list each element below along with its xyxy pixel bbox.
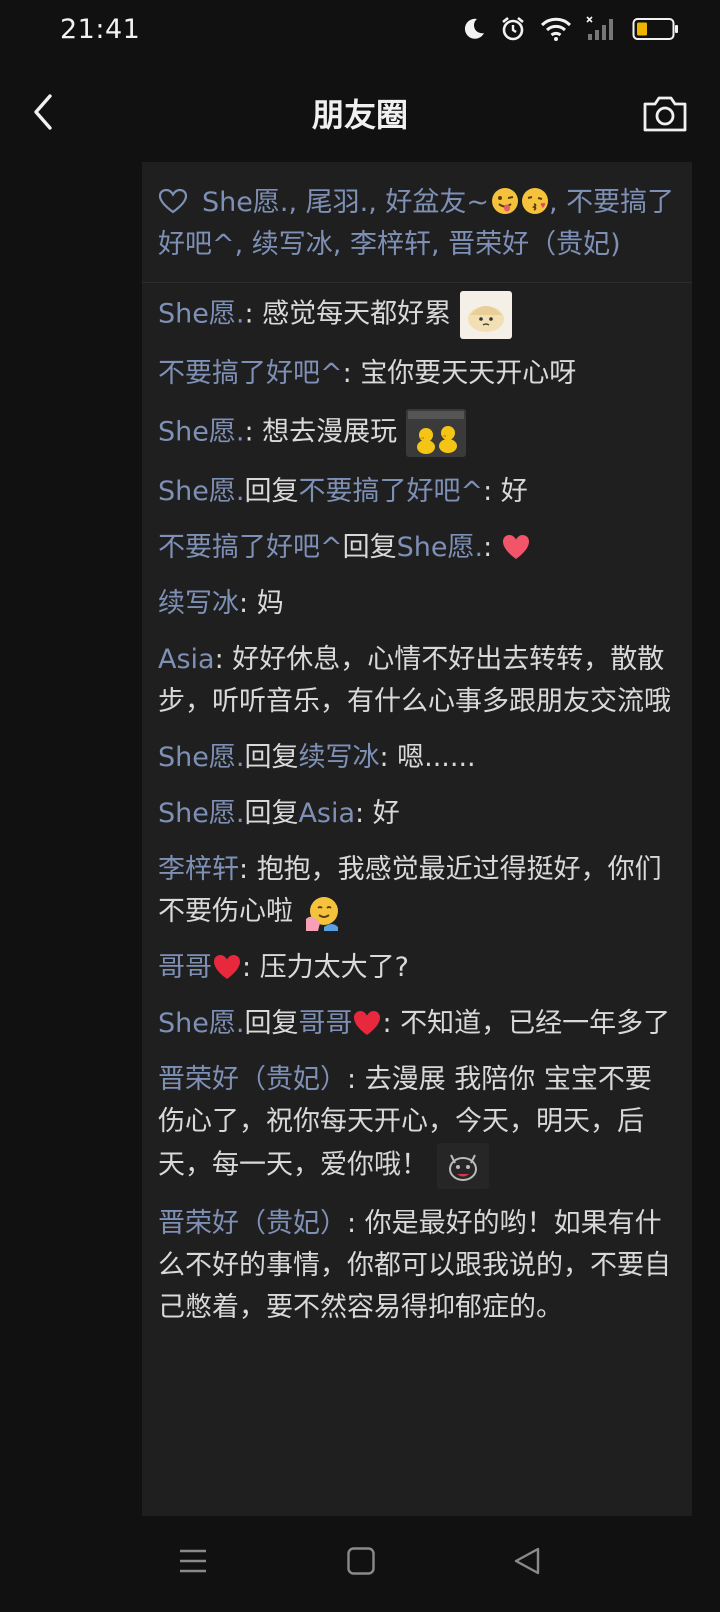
comment-reply-to[interactable]: 不要搞了好吧^ — [298, 476, 483, 507]
comment-author[interactable]: Asia — [158, 644, 215, 675]
comment-item[interactable]: 晋荣好（贵妃）: 去漫展 我陪你 宝宝不要伤心了，祝你每天开心，今天，明天，后天… — [158, 1059, 676, 1189]
dumpling-sticker[interactable] — [459, 291, 512, 339]
system-nav-bar — [0, 1516, 720, 1612]
comment-item[interactable]: She愿.回复不要搞了好吧^: 好 — [158, 471, 676, 513]
moon-icon — [464, 18, 484, 39]
comment-author[interactable]: 哥哥 — [158, 952, 212, 983]
comment-reply-to[interactable]: 哥哥 — [298, 1008, 352, 1039]
page-title: 朋友圈 — [311, 96, 408, 134]
back-triangle-icon[interactable] — [512, 1546, 542, 1576]
heart-emoji — [502, 535, 529, 559]
moment-interaction-panel: She愿., 尾羽., 好盆友~ , 不要搞了好吧^, 续写冰, 李梓轩, 晋荣… — [142, 162, 692, 1516]
likes-names-part1[interactable]: She愿., 尾羽., 好盆友~ — [202, 187, 489, 218]
duck-meme-sticker[interactable] — [405, 409, 466, 457]
comment-text: 感觉每天都好累 — [262, 298, 452, 330]
comment-text: 好 — [500, 476, 528, 507]
wifi-icon — [540, 17, 572, 41]
comment-author[interactable]: 晋荣好（贵妃） — [158, 1064, 347, 1095]
comment-author[interactable]: 李梓轩 — [158, 854, 239, 885]
cat-sticker[interactable] — [436, 1143, 489, 1189]
comment-reply-to[interactable]: She愿. — [397, 532, 483, 563]
comment-text: 好 — [372, 798, 400, 829]
comment-item[interactable]: She愿.回复哥哥 : 不知道，已经一年多了 — [158, 1003, 676, 1045]
menu-icon[interactable] — [178, 1546, 208, 1576]
comment-item[interactable]: She愿.: 想去漫展玩 — [158, 409, 676, 457]
comment-text: 好好休息，心情不好出去转转，散散步，听听音乐，有什么心事多跟朋友交流哦 — [158, 644, 671, 717]
comment-item[interactable]: Asia: 好好休息，心情不好出去转转，散散步，听听音乐，有什么心事多跟朋友交流… — [158, 639, 676, 723]
comment-author[interactable]: 不要搞了好吧^ — [158, 532, 343, 563]
comment-reply-to[interactable]: Asia — [298, 798, 355, 829]
comment-text: 妈 — [256, 588, 284, 619]
heart-emoji — [354, 1011, 381, 1035]
battery-icon — [632, 18, 678, 40]
comment-author[interactable]: 不要搞了好吧^ — [158, 358, 343, 389]
comment-reply-to[interactable]: 续写冰 — [298, 742, 379, 773]
comment-item[interactable]: She愿.回复Asia: 好 — [158, 793, 676, 835]
comment-text: 嗯...... — [397, 742, 476, 773]
comment-item[interactable]: 不要搞了好吧^回复She愿.: — [158, 527, 676, 569]
kiss-emoji-icon — [521, 188, 548, 214]
status-time: 21:41 — [60, 14, 141, 45]
comment-author[interactable]: She愿. — [158, 417, 244, 448]
camera-icon[interactable] — [642, 94, 688, 134]
comment-item[interactable]: 续写冰: 妈 — [158, 583, 676, 625]
comment-item[interactable]: 哥哥 : 压力太大了? — [158, 947, 676, 989]
status-bar: 21:41 — [0, 0, 720, 64]
home-icon[interactable] — [346, 1546, 376, 1576]
comment-author[interactable]: 晋荣好（贵妃） — [158, 1208, 347, 1239]
comment-author[interactable]: She愿. — [158, 476, 244, 507]
alarm-icon — [502, 16, 524, 41]
comment-author[interactable]: She愿. — [158, 798, 244, 829]
nav-header: 朋友圈 — [0, 64, 720, 162]
signal-icon — [586, 16, 613, 40]
status-icons — [462, 16, 680, 42]
comment-item[interactable]: She愿.: 感觉每天都好累 — [158, 291, 676, 339]
comments-list: She愿.: 感觉每天都好累 不要搞了好吧^: 宝你要天天开心呀 She愿.: … — [142, 283, 692, 1329]
hug-emoji — [305, 896, 338, 931]
comment-item[interactable]: 李梓轩: 抱抱，我感觉最近过得挺好，你们不要伤心啦 — [158, 849, 676, 933]
comment-item[interactable]: 不要搞了好吧^: 宝你要天天开心呀 — [158, 353, 676, 395]
comment-text: 不知道，已经一年多了 — [400, 1008, 671, 1039]
heart-outline-icon — [158, 188, 188, 214]
tongue-wink-emoji-icon — [491, 188, 518, 214]
comment-text: 想去漫展玩 — [262, 416, 398, 448]
comment-author[interactable]: She愿. — [158, 742, 244, 773]
comment-author[interactable]: She愿. — [158, 1008, 244, 1039]
comment-author[interactable]: 续写冰 — [158, 588, 239, 619]
comment-item[interactable]: 晋荣好（贵妃）: 你是最好的哟！如果有什么不好的事情，你都可以跟我说的，不要自己… — [158, 1203, 676, 1329]
comment-text: 宝你要天天开心呀 — [360, 358, 577, 389]
comment-item[interactable]: She愿.回复续写冰: 嗯...... — [158, 737, 676, 779]
comment-author[interactable]: She愿. — [158, 299, 244, 330]
heart-emoji — [214, 955, 240, 979]
likes-list: She愿., 尾羽., 好盆友~ , 不要搞了好吧^, 续写冰, 李梓轩, 晋荣… — [142, 162, 692, 283]
comment-text: 压力太大了? — [259, 952, 410, 983]
